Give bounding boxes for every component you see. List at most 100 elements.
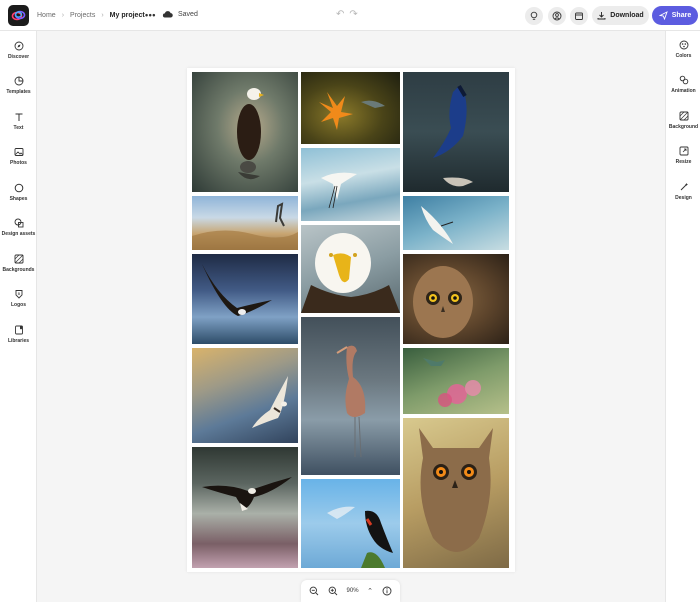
rail-label: Resize xyxy=(675,159,692,165)
heron-illustration xyxy=(192,202,298,250)
download-button[interactable]: Download xyxy=(592,6,649,25)
rail-item-discover[interactable]: Discover xyxy=(0,41,37,60)
zoom-bar: 90% ⌃ xyxy=(301,580,400,602)
rail-item-design[interactable]: Design xyxy=(666,182,700,201)
schedule-button[interactable] xyxy=(570,7,588,25)
shapes-icon xyxy=(14,183,23,193)
zoom-in-icon[interactable] xyxy=(328,586,338,596)
soaring-eagle-illustration xyxy=(202,477,292,511)
photo-owl-portrait[interactable] xyxy=(403,254,509,344)
save-status-text: Saved xyxy=(178,10,198,18)
zoom-out-icon[interactable] xyxy=(309,586,319,596)
eagle-flying-illustration xyxy=(202,264,272,316)
rail-label: Text xyxy=(13,125,24,131)
rail-item-shapes[interactable]: Shapes xyxy=(0,183,37,202)
rail-label: Photos xyxy=(10,160,27,166)
rail-item-design-assets[interactable]: Design assets xyxy=(0,218,37,237)
rail-label: Colors xyxy=(675,53,692,59)
rail-item-backgrounds[interactable]: Backgrounds xyxy=(0,254,37,273)
cloud-icon xyxy=(162,11,173,18)
zoom-level[interactable]: 90% xyxy=(347,588,359,594)
rail-item-resize[interactable]: Resize xyxy=(666,146,700,165)
photo-eagle-over-water[interactable] xyxy=(192,254,298,344)
more-icon[interactable]: ••• xyxy=(145,10,156,20)
blue-jay-illustration xyxy=(433,84,473,187)
svg-text:B: B xyxy=(17,291,20,296)
photo-eagle-soaring[interactable] xyxy=(192,447,298,568)
design-assets-icon xyxy=(14,218,23,228)
design-icon xyxy=(680,183,688,191)
rail-label: Background xyxy=(668,124,699,130)
photo-lily-hummingbird[interactable] xyxy=(301,72,400,144)
photo-great-horned-owl[interactable] xyxy=(403,418,509,568)
photo-blue-jay[interactable] xyxy=(403,72,509,192)
share-label: Share xyxy=(671,12,692,19)
egret-illustration xyxy=(321,172,357,209)
photo-blackbird[interactable] xyxy=(301,479,400,568)
breadcrumb-projects[interactable]: Projects xyxy=(70,12,95,19)
libraries-icon xyxy=(14,325,23,335)
breadcrumb: Home › Projects › My project xyxy=(37,0,145,31)
reddish-egret-illustration xyxy=(336,345,366,458)
photo-egret-flight[interactable] xyxy=(301,148,400,221)
photo-osprey-flight[interactable] xyxy=(192,348,298,443)
chevron-right-icon: › xyxy=(101,12,104,19)
photo-tern-diving[interactable] xyxy=(403,196,509,250)
tern-illustration xyxy=(421,206,454,244)
breadcrumb-current[interactable]: My project xyxy=(110,12,145,19)
photo-reddish-egret[interactable] xyxy=(301,317,400,475)
rail-label: Templates xyxy=(6,89,31,95)
calendar-icon xyxy=(575,12,583,20)
rail-item-templates[interactable]: Templates xyxy=(0,76,37,95)
rail-item-text[interactable]: Text xyxy=(0,112,37,131)
design-canvas[interactable] xyxy=(187,68,515,572)
photo-eagle-portrait[interactable] xyxy=(301,225,400,313)
owl-illustration xyxy=(413,266,473,338)
save-status: Saved xyxy=(162,10,198,18)
rail-label: Libraries xyxy=(7,338,30,344)
photos-icon xyxy=(14,148,23,156)
collaborate-button[interactable] xyxy=(548,7,566,25)
top-bar: Home › Projects › My project ••• Saved ↶… xyxy=(0,0,700,31)
rail-label: Logos xyxy=(11,302,26,308)
blackbird-illustration xyxy=(327,506,393,568)
photo-eagle-perched[interactable] xyxy=(192,72,298,192)
rail-item-libraries[interactable]: Libraries xyxy=(0,325,37,344)
backgrounds-icon xyxy=(14,254,23,264)
lightbulb-icon xyxy=(530,11,538,20)
rail-label: Design xyxy=(675,195,692,201)
rail-item-logos[interactable]: B Logos xyxy=(0,289,37,308)
user-circle-icon xyxy=(552,11,562,21)
resize-icon xyxy=(679,146,688,156)
download-label: Download xyxy=(610,12,644,19)
rail-label: Animation xyxy=(671,88,696,94)
logos-icon: B xyxy=(15,290,22,299)
breadcrumb-home[interactable]: Home xyxy=(37,12,56,19)
right-rail: Colors Animation Background Resize Desig… xyxy=(665,31,700,602)
rail-label: Design assets xyxy=(1,231,36,237)
lightbulb-button[interactable] xyxy=(525,7,543,25)
text-icon xyxy=(15,113,22,121)
rail-item-photos[interactable]: Photos xyxy=(0,147,37,166)
undo-icon[interactable]: ↶ xyxy=(336,9,344,21)
photo-hummingbird-flowers[interactable] xyxy=(403,348,509,414)
rail-item-animation[interactable]: Animation xyxy=(666,75,700,94)
share-button[interactable]: Share xyxy=(652,6,698,25)
photo-heron-grass[interactable] xyxy=(192,196,298,250)
info-icon[interactable] xyxy=(382,586,392,596)
rail-item-background[interactable]: Background xyxy=(666,111,700,130)
adobe-express-logo[interactable] xyxy=(8,5,29,26)
rail-label: Backgrounds xyxy=(2,267,35,273)
hummingbird-illustration xyxy=(423,358,481,407)
download-icon xyxy=(597,12,606,20)
send-icon xyxy=(658,11,668,20)
lily-illustration xyxy=(319,92,385,130)
undo-redo-group: ↶ ↷ xyxy=(336,9,358,21)
templates-icon xyxy=(14,76,23,86)
bald-eagle-illustration xyxy=(237,88,264,180)
rail-label: Shapes xyxy=(9,196,28,202)
rail-item-colors[interactable]: Colors xyxy=(666,40,700,59)
horned-owl-illustration xyxy=(419,428,493,552)
redo-icon[interactable]: ↷ xyxy=(349,9,357,21)
chevron-up-icon[interactable]: ⌃ xyxy=(367,587,373,595)
